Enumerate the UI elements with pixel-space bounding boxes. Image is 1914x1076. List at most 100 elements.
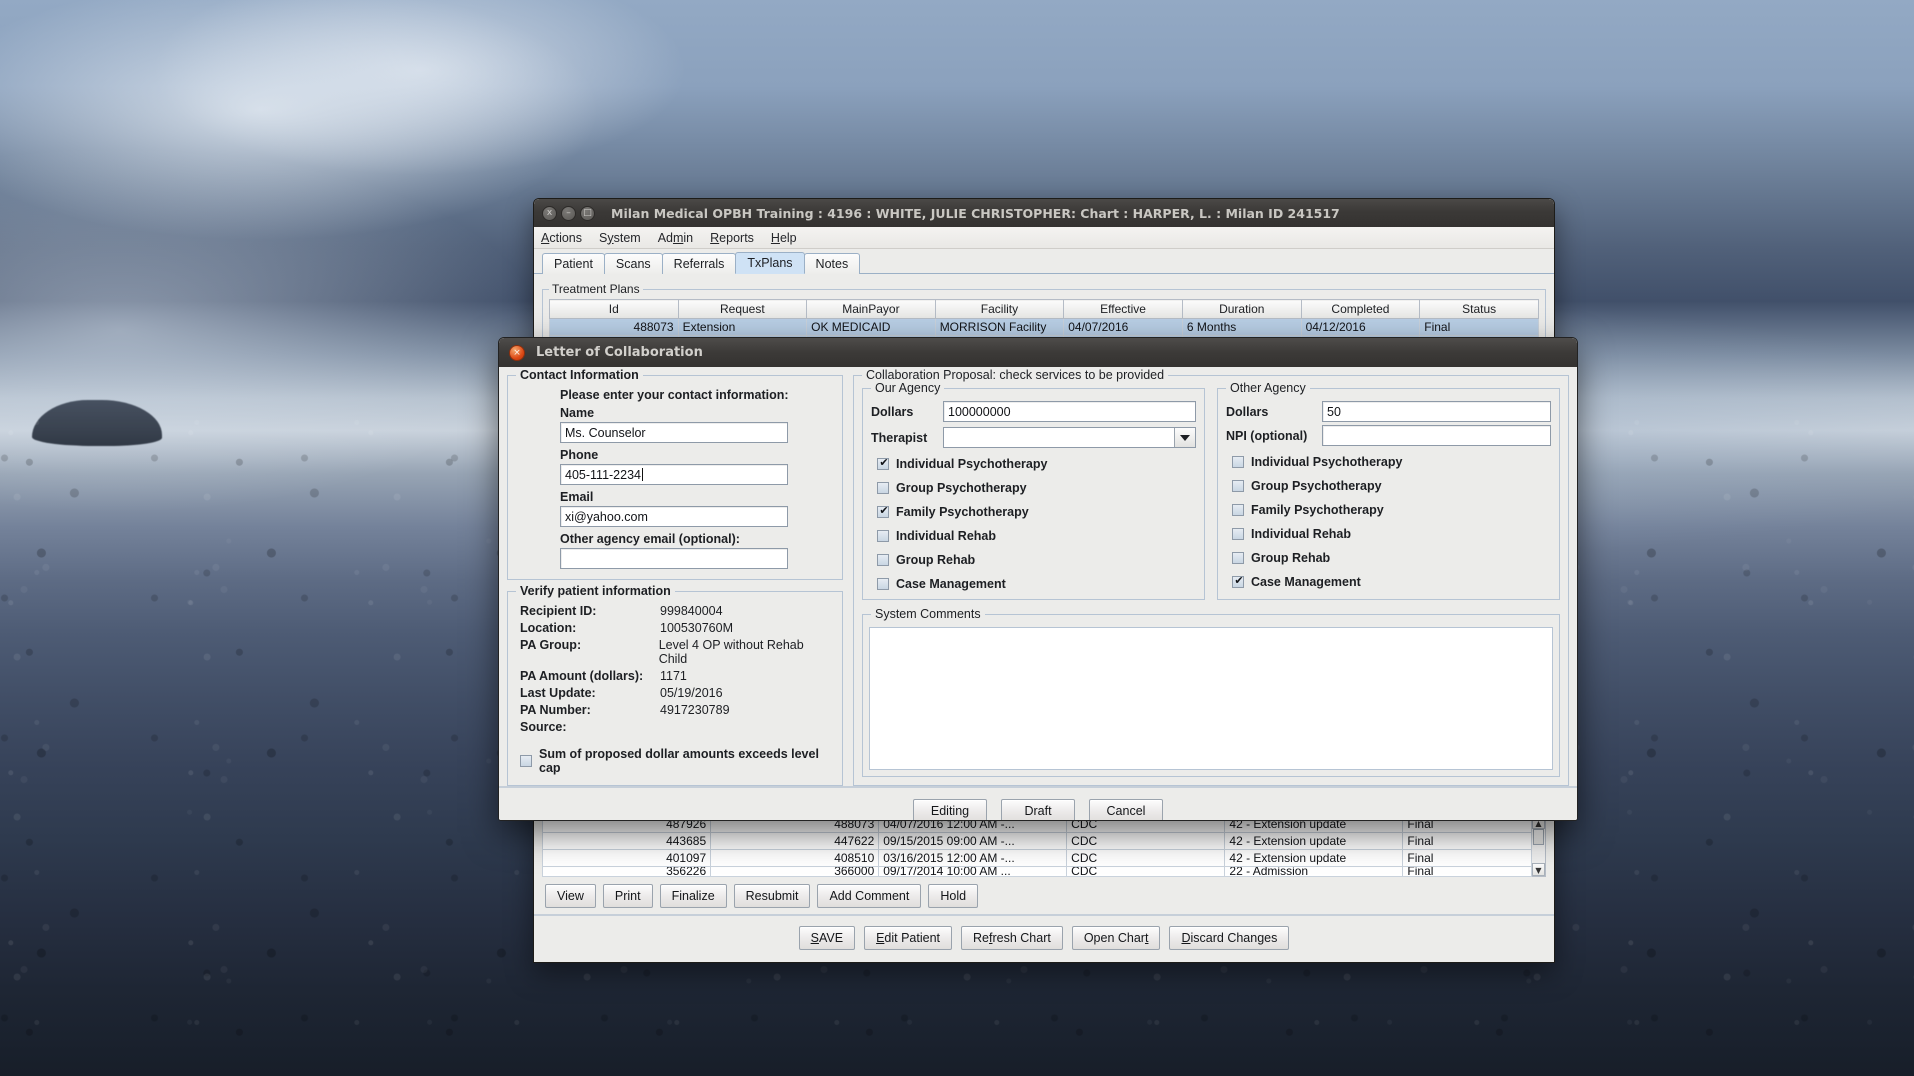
edit-patient-button[interactable]: Edit Patient: [864, 926, 952, 950]
col-id[interactable]: Id: [549, 299, 679, 319]
our-service-row[interactable]: Case Management: [877, 577, 1196, 591]
our-individual-rehab-checkbox[interactable]: [877, 530, 889, 542]
open-chart-button[interactable]: Open Chart: [1071, 926, 1161, 950]
phone-input[interactable]: 405-111-2234: [560, 464, 788, 485]
our-group-psychotherapy-checkbox[interactable]: [877, 482, 889, 494]
col-request[interactable]: Request: [677, 299, 808, 319]
window-minimize-button[interactable]: –: [561, 205, 576, 221]
level-cap-checkbox-row[interactable]: Sum of proposed dollar amounts exceeds l…: [520, 747, 834, 775]
other-service-row[interactable]: Group Rehab: [1232, 551, 1551, 565]
col-duration[interactable]: Duration: [1181, 299, 1302, 319]
col-effective[interactable]: Effective: [1063, 299, 1183, 319]
table-row[interactable]: 356226 366000 09/17/2014 10:00 AM ... CD…: [541, 866, 1532, 877]
level-cap-checkbox[interactable]: [520, 755, 532, 767]
location-value: 100530760M: [660, 621, 733, 635]
col-mainpayor[interactable]: MainPayor: [806, 299, 936, 319]
other-individual-psychotherapy-label: Individual Psychotherapy: [1251, 455, 1403, 469]
window-maximize-button[interactable]: □: [580, 205, 595, 221]
menu-admin[interactable]: Admin: [658, 231, 693, 245]
menu-system[interactable]: System: [599, 231, 641, 245]
cancel-button[interactable]: Cancel: [1089, 799, 1163, 820]
cell-source: CDC: [1066, 866, 1226, 877]
npi-input[interactable]: [1322, 425, 1551, 446]
info-row-pa-amount: PA Amount (dollars): 1171: [520, 669, 834, 683]
scroll-down-icon[interactable]: ▼: [1532, 863, 1545, 876]
menu-reports[interactable]: Reports: [710, 231, 754, 245]
other-individual-rehab-checkbox[interactable]: [1232, 528, 1244, 540]
other-group-psychotherapy-checkbox[interactable]: [1232, 480, 1244, 492]
our-service-row[interactable]: Individual Psychotherapy: [877, 456, 1196, 471]
editing-button[interactable]: Editing: [913, 799, 987, 820]
hold-button[interactable]: Hold: [928, 884, 979, 908]
name-input[interactable]: Ms. Counselor: [560, 422, 788, 443]
view-button[interactable]: View: [545, 884, 596, 908]
cell-note-id: 356226: [541, 866, 712, 877]
finalize-button[interactable]: Finalize: [659, 884, 727, 908]
scrollbar-thumb[interactable]: [1533, 829, 1544, 845]
col-completed[interactable]: Completed: [1300, 299, 1421, 319]
cell-effective: 04/07/2016: [1063, 318, 1183, 336]
resubmit-button[interactable]: Resubmit: [733, 884, 811, 908]
discard-changes-button[interactable]: Discard Changes: [1169, 926, 1290, 950]
other-service-row[interactable]: Individual Psychotherapy: [1232, 455, 1551, 469]
dialog-right-column: Collaboration Proposal: check services t…: [853, 368, 1569, 786]
window-close-button[interactable]: x: [542, 205, 557, 221]
other-family-psychotherapy-checkbox[interactable]: [1232, 504, 1244, 516]
therapist-dropdown[interactable]: [943, 427, 1196, 448]
our-service-row[interactable]: Family Psychotherapy: [877, 504, 1196, 519]
pa-number-value: 4917230789: [660, 703, 730, 717]
last-update-value: 05/19/2016: [660, 686, 723, 700]
our-dollars-input[interactable]: 100000000: [943, 401, 1196, 422]
menu-actions[interactable]: Actions: [541, 231, 582, 245]
other-service-row[interactable]: Group Psychotherapy: [1232, 479, 1551, 493]
source-label: Source:: [520, 720, 567, 734]
minimize-icon: –: [566, 207, 571, 218]
other-individual-psychotherapy-checkbox[interactable]: [1232, 456, 1244, 468]
pa-amount-label: PA Amount (dollars):: [520, 669, 644, 683]
email-input[interactable]: xi@yahoo.com: [560, 506, 788, 527]
other-service-row[interactable]: Individual Rehab: [1232, 527, 1551, 541]
other-dollars-row: Dollars 50: [1226, 401, 1551, 422]
notes-history-table[interactable]: 487926 488073 04/07/2016 12:00 AM -... C…: [541, 815, 1532, 877]
print-button[interactable]: Print: [602, 884, 653, 908]
col-facility[interactable]: Facility: [934, 299, 1065, 319]
dialog-titlebar[interactable]: × Letter of Collaboration: [499, 338, 1577, 367]
our-individual-psychotherapy-checkbox[interactable]: [877, 456, 890, 470]
draft-button[interactable]: Draft: [1001, 799, 1075, 820]
other-service-row[interactable]: Case Management: [1232, 574, 1551, 589]
table-row[interactable]: 401097 408510 03/16/2015 12:00 AM -... C…: [541, 849, 1532, 867]
save-button[interactable]: SAVE: [798, 926, 856, 950]
tab-scans[interactable]: Scans: [603, 253, 663, 274]
other-service-row[interactable]: Family Psychotherapy: [1232, 503, 1551, 517]
our-service-row[interactable]: Group Psychotherapy: [877, 481, 1196, 495]
our-family-psychotherapy-checkbox[interactable]: [877, 504, 890, 518]
cell-facility: MORRISON Facility: [934, 318, 1065, 336]
other-family-psychotherapy-label: Family Psychotherapy: [1251, 503, 1384, 517]
tab-patient[interactable]: Patient: [542, 253, 605, 274]
table-row[interactable]: 488073 Extension OK MEDICAID MORRISON Fa…: [549, 318, 1539, 336]
our-service-row[interactable]: Individual Rehab: [877, 529, 1196, 543]
chevron-down-icon[interactable]: [1174, 428, 1195, 447]
menu-help[interactable]: Help: [771, 231, 797, 245]
treatment-plans-legend: Treatment Plans: [549, 282, 643, 296]
other-case-management-checkbox[interactable]: [1232, 574, 1245, 588]
table-row[interactable]: 443685 447622 09/15/2015 09:00 AM -... C…: [541, 832, 1532, 850]
other-dollars-input[interactable]: 50: [1322, 401, 1551, 422]
other-group-rehab-checkbox[interactable]: [1232, 552, 1244, 564]
lower-table-scrollbar[interactable]: ▲ ▼: [1532, 815, 1546, 877]
col-status[interactable]: Status: [1419, 299, 1539, 319]
tab-txplans[interactable]: TxPlans: [735, 252, 805, 274]
dialog-close-icon[interactable]: ×: [509, 344, 525, 361]
verify-patient-legend: Verify patient information: [516, 584, 675, 598]
our-group-rehab-checkbox[interactable]: [877, 554, 889, 566]
refresh-chart-button[interactable]: Refresh Chart: [961, 926, 1063, 950]
main-window-titlebar[interactable]: x – □ Milan Medical OPBH Training : 4196…: [534, 199, 1554, 227]
other-agency-email-input[interactable]: [560, 548, 788, 569]
cell-duration: 6 Months: [1181, 318, 1302, 336]
add-comment-button[interactable]: Add Comment: [817, 884, 922, 908]
tab-referrals[interactable]: Referrals: [661, 253, 737, 274]
system-comments-textarea[interactable]: [869, 627, 1553, 770]
tab-notes[interactable]: Notes: [803, 253, 861, 274]
our-case-management-checkbox[interactable]: [877, 578, 889, 590]
our-service-row[interactable]: Group Rehab: [877, 553, 1196, 567]
